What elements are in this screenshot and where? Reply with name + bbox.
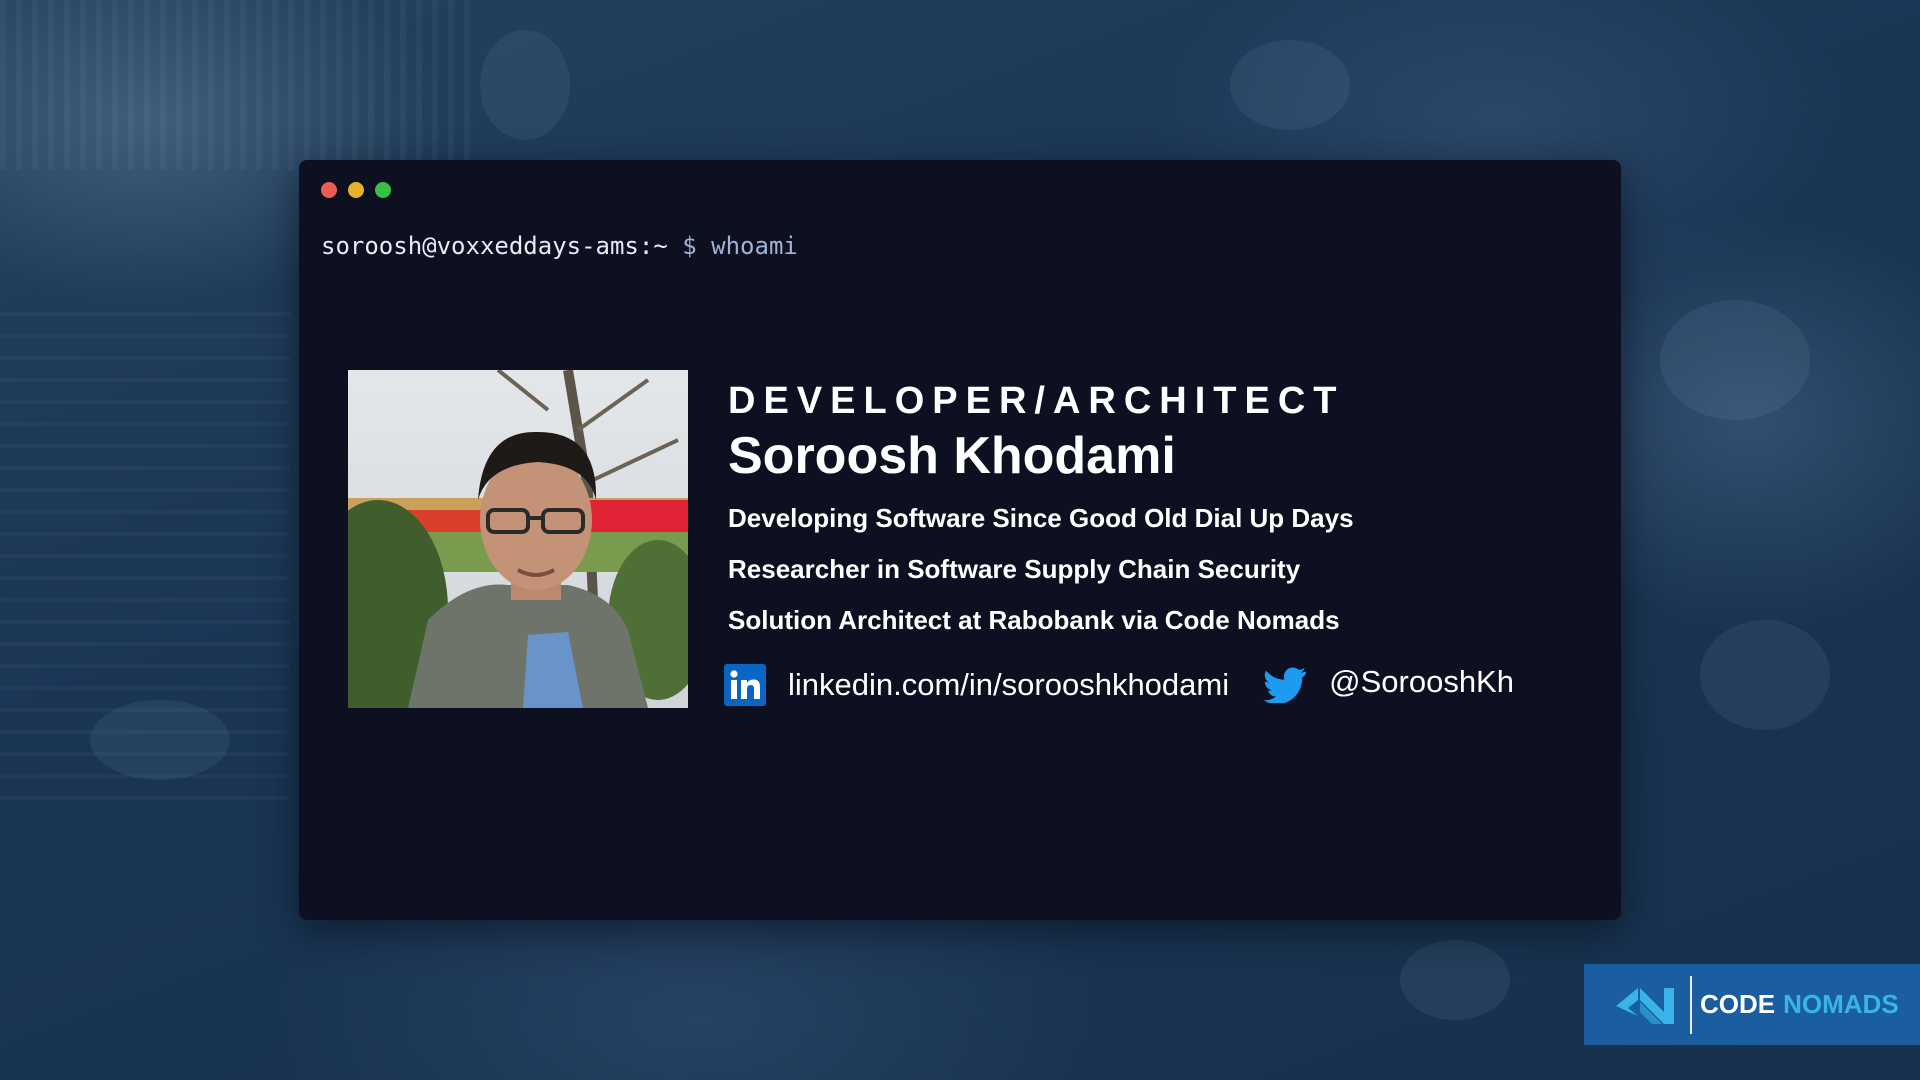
twitter-handle[interactable]: @SorooshKh	[1329, 664, 1514, 700]
profile-photo-illustration	[348, 370, 688, 708]
brand-divider	[1690, 975, 1692, 1034]
prompt-user-host: soroosh@voxxeddays-ams:~	[321, 232, 668, 260]
brand-code-text: CODE	[1700, 989, 1776, 1019]
maximize-window-button[interactable]	[375, 182, 391, 198]
background-bokeh	[1400, 940, 1510, 1020]
code-nomads-logo: CODE NOMADS	[1584, 964, 1920, 1045]
brand-nomads-text: NOMADS	[1783, 989, 1899, 1019]
profile-role: DEVELOPER/ARCHITECT	[728, 380, 1345, 422]
background-bokeh	[1660, 300, 1810, 420]
social-links: linkedin.com/in/sorooshkhodami @SorooshK…	[724, 660, 1514, 710]
profile-photo	[348, 370, 688, 708]
background-bokeh	[480, 30, 570, 140]
profile-name: Soroosh Khodami	[728, 427, 1176, 485]
background-bokeh	[1230, 40, 1350, 130]
linkedin-link[interactable]: linkedin.com/in/sorooshkhodami	[788, 667, 1229, 703]
profile-info: DEVELOPER/ARCHITECT Soroosh Khodami Deve…	[728, 378, 1588, 636]
background-bokeh	[90, 700, 230, 780]
window-controls	[321, 182, 391, 198]
profile-bio-line: Researcher in Software Supply Chain Secu…	[728, 554, 1301, 584]
terminal-prompt: soroosh@voxxeddays-ams:~ $ whoami	[321, 232, 798, 260]
profile-bio-line: Solution Architect at Rabobank via Code …	[728, 605, 1340, 635]
background-server-rack	[0, 0, 470, 170]
close-window-button[interactable]	[321, 182, 337, 198]
linkedin-icon[interactable]	[724, 664, 766, 706]
twitter-icon[interactable]	[1263, 667, 1307, 703]
prompt-command: whoami	[711, 232, 798, 260]
profile-bio-line: Developing Software Since Good Old Dial …	[728, 503, 1354, 533]
prompt-symbol: $	[682, 232, 697, 260]
terminal-window: soroosh@voxxeddays-ams:~ $ whoami DEVELO…	[299, 160, 1621, 920]
background-bokeh	[1700, 620, 1830, 730]
minimize-window-button[interactable]	[348, 182, 364, 198]
code-nomads-emblem-icon	[1616, 987, 1674, 1024]
